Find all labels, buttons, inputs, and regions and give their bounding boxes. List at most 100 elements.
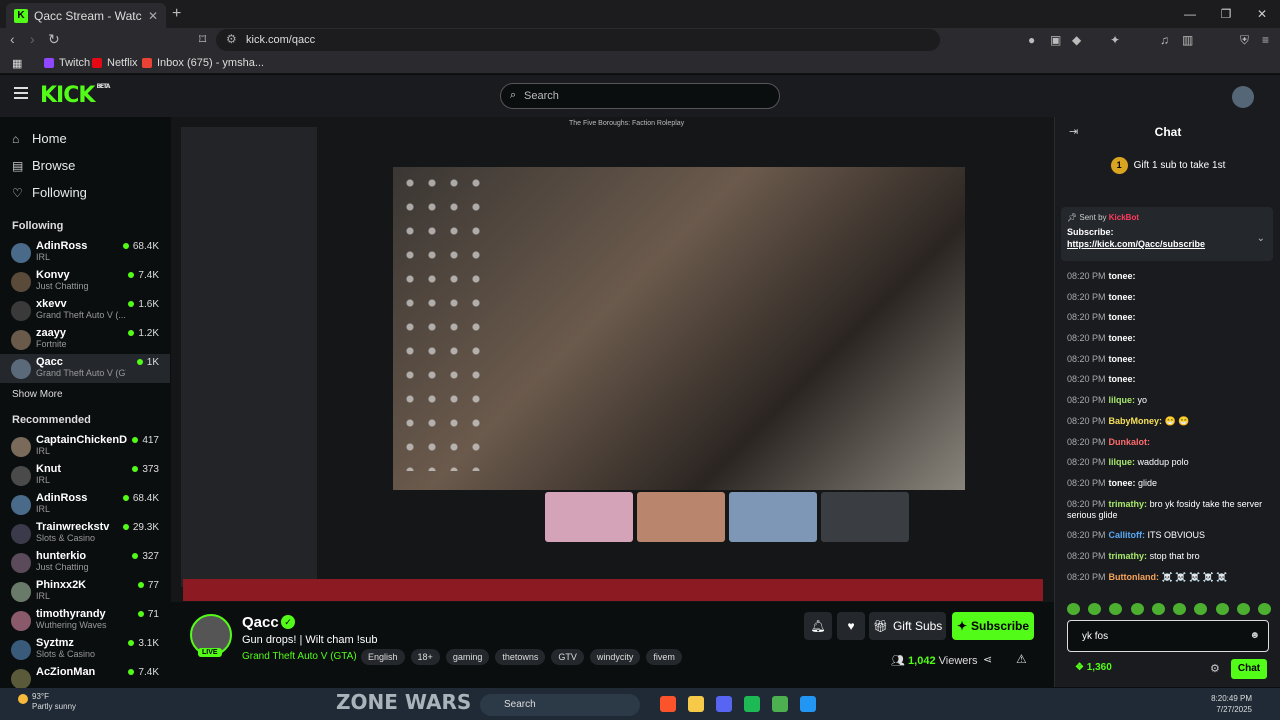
message-username[interactable]: lilque:: [1109, 395, 1136, 405]
stream-category[interactable]: Grand Theft Auto V (GTA): [242, 651, 357, 662]
tag[interactable]: thetowns: [495, 649, 546, 665]
extensions-puzzle-icon[interactable]: ✦: [1110, 33, 1120, 47]
message-username[interactable]: tonee:: [1109, 292, 1136, 302]
sidebar-channel[interactable]: xkevv Grand Theft Auto V (... 1.6K: [0, 296, 170, 325]
channel-points[interactable]: ❖ 1,360: [1075, 662, 1112, 673]
file-explorer-icon[interactable]: [688, 696, 704, 712]
message-username[interactable]: tonee:: [1109, 374, 1136, 384]
system-clock[interactable]: 8:20:49 PM 7/27/2025: [1211, 693, 1252, 715]
sidebar-channel[interactable]: timothyrandy Wuthering Waves 71: [0, 606, 170, 635]
message-username[interactable]: tonee:: [1109, 354, 1136, 364]
message-username[interactable]: trimathy:: [1109, 499, 1148, 509]
subscribe-button[interactable]: ✦ Subscribe: [952, 612, 1034, 640]
sidebar-channel[interactable]: Trainwreckstv Slots & Casino 29.3K: [0, 519, 170, 548]
weather-widget[interactable]: 93°F Partly sunny: [18, 692, 76, 712]
show-more-link[interactable]: Show More: [0, 383, 170, 400]
message-username[interactable]: lilque:: [1109, 457, 1136, 467]
new-tab-icon[interactable]: +: [172, 5, 181, 23]
notification-bell-button[interactable]: 🔔︎: [804, 612, 832, 640]
gift-subs-button[interactable]: 🎁︎ Gift Subs: [869, 612, 946, 640]
message-username[interactable]: trimathy:: [1109, 551, 1148, 561]
message-username[interactable]: tonee:: [1109, 333, 1136, 343]
streamer-name[interactable]: Qacc: [242, 614, 279, 631]
send-chat-button[interactable]: Chat: [1231, 659, 1267, 679]
gift-leaderboard[interactable]: 1 Gift 1 sub to take 1st: [1055, 157, 1280, 174]
sidebar-channel[interactable]: Konvy Just Chatting 7.4K: [0, 267, 170, 296]
follow-button[interactable]: ♥: [837, 612, 865, 640]
sidebar-toggle-icon[interactable]: ▥: [1182, 33, 1193, 47]
emote-icon[interactable]: [1088, 603, 1102, 615]
tag[interactable]: gaming: [445, 649, 490, 665]
tag[interactable]: fivem: [646, 649, 682, 665]
emote-icon[interactable]: [1257, 603, 1271, 615]
extension-icon[interactable]: ◆: [1072, 33, 1081, 47]
bookmark-icon[interactable]: ⌑: [199, 31, 206, 48]
sidebar-channel[interactable]: AdinRoss IRL 68.4K: [0, 238, 170, 267]
message-username[interactable]: tonee:: [1109, 271, 1136, 281]
sidebar-channel[interactable]: AdinRoss IRL 68.4K: [0, 490, 170, 519]
hamburger-menu-icon[interactable]: [14, 87, 28, 102]
gear-icon[interactable]: ⚙: [1210, 662, 1220, 675]
shield-icon[interactable]: ⛨: [1240, 33, 1249, 48]
tag[interactable]: 18+: [410, 649, 440, 665]
menu-icon[interactable]: ≡: [1262, 33, 1269, 47]
back-icon[interactable]: ‹: [10, 31, 15, 47]
reload-icon[interactable]: ↻: [48, 31, 60, 48]
tag[interactable]: GTV: [551, 649, 584, 665]
emote-icon[interactable]: [1109, 603, 1123, 615]
nav-home[interactable]: ⌂ Home: [0, 125, 170, 152]
spotify-icon[interactable]: [744, 696, 760, 712]
bookmark-twitch[interactable]: Twitch: [44, 57, 90, 69]
sidebar-channel[interactable]: CaptainChickenD IRL 417: [0, 432, 170, 461]
browser-tab[interactable]: K Qacc Stream - Watch Live on ✕: [6, 3, 166, 28]
close-window-icon[interactable]: ✕: [1244, 0, 1280, 28]
site-info-icon[interactable]: ⚙: [226, 32, 237, 46]
message-username[interactable]: Dunkalot:: [1109, 437, 1151, 447]
close-tab-icon[interactable]: ✕: [148, 9, 158, 23]
message-username[interactable]: BabyMoney:: [1109, 416, 1163, 426]
sidebar-channel[interactable]: Syztmz Slots & Casino 3.1K: [0, 635, 170, 664]
sidebar-channel[interactable]: hunterkio Just Chatting 327: [0, 548, 170, 577]
emote-icon[interactable]: [1151, 603, 1165, 615]
message-username[interactable]: Callitoff:: [1109, 530, 1146, 540]
subscribe-link[interactable]: https://kick.com/Qacc/subscribe: [1067, 239, 1267, 249]
music-icon[interactable]: ♫: [1160, 33, 1169, 47]
emote-icon[interactable]: [1194, 603, 1208, 615]
url-field[interactable]: ⚙ kick.com/qacc: [216, 29, 940, 51]
emote-icon[interactable]: [1130, 603, 1144, 615]
maximize-icon[interactable]: ❐: [1208, 0, 1244, 28]
brave-icon[interactable]: [660, 696, 676, 712]
message-username[interactable]: tonee:: [1109, 312, 1136, 322]
extension-icon[interactable]: ●: [1028, 33, 1035, 47]
tag[interactable]: English: [361, 649, 405, 665]
emote-icon[interactable]: [1236, 603, 1250, 615]
minimize-icon[interactable]: —: [1172, 0, 1208, 28]
app-icon[interactable]: [800, 696, 816, 712]
nav-following[interactable]: ♡ Following: [0, 179, 170, 206]
emoji-icon[interactable]: ☻: [1249, 630, 1260, 641]
emote-icon[interactable]: [1173, 603, 1187, 615]
bookmark-netflix[interactable]: Netflix: [92, 57, 138, 69]
emote-icon[interactable]: [1067, 603, 1080, 615]
sidebar-channel[interactable]: Phinxx2K IRL 77: [0, 577, 170, 606]
discord-icon[interactable]: [716, 696, 732, 712]
forward-icon[interactable]: ›: [30, 31, 35, 47]
emote-icon[interactable]: [1215, 603, 1229, 615]
nav-browse[interactable]: ▤ Browse: [0, 152, 170, 179]
tag[interactable]: windycity: [589, 649, 641, 665]
search-input[interactable]: ⌕ Search: [500, 83, 780, 109]
bookmark-gmail[interactable]: Inbox (675) - ymsha...: [142, 57, 264, 69]
app-icon[interactable]: [772, 696, 788, 712]
message-username[interactable]: Buttonland:: [1109, 572, 1159, 582]
user-avatar[interactable]: [1232, 86, 1254, 108]
sidebar-channel[interactable]: QaccGrand Theft Auto V (GTA)1K: [0, 354, 170, 383]
share-icon[interactable]: ⋖: [983, 653, 992, 666]
chat-input[interactable]: yk fos ☻: [1067, 620, 1269, 652]
apps-grid-icon[interactable]: ▦: [12, 57, 22, 70]
report-icon[interactable]: ⚠: [1016, 652, 1027, 666]
os-search-box[interactable]: Search: [480, 694, 640, 716]
extension-icon[interactable]: ▣: [1050, 33, 1061, 47]
sidebar-channel[interactable]: zaayy Fortnite 1.2K: [0, 325, 170, 354]
sidebar-channel[interactable]: Knut IRL 373: [0, 461, 170, 490]
kick-logo[interactable]: KICK BETA: [40, 83, 110, 108]
